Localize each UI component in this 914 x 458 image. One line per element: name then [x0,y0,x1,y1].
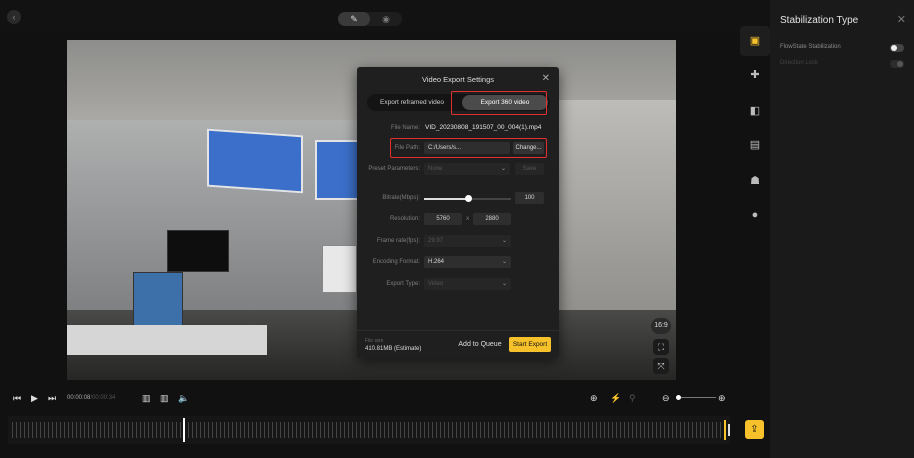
frame-rate-select[interactable]: 29.97 ⌄ [424,235,511,247]
aspect-ratio-badge[interactable]: 16:9 [651,318,671,334]
resolution-label: Resolution: [389,216,420,222]
video-whiteboard [322,245,357,293]
bitrate-label: Bitrate(Mbps): [382,195,420,201]
dialog-title: Video Export Settings [422,75,494,84]
back-icon[interactable]: ‹ [7,10,21,24]
play-icon[interactable]: ▶ [31,387,38,409]
view-mode-icon[interactable]: ◉ [370,12,402,26]
direction-lock-label: Direction Lock [780,60,819,66]
settings-panel: Stabilization Type ✕ FlowState Stabiliza… [770,0,914,458]
video-window [207,128,303,194]
encoding-select[interactable]: H.264 ⌄ [424,256,511,268]
close-icon[interactable]: ✕ [542,73,550,84]
export-type-value: Video [428,281,444,287]
add-keyframe-icon[interactable]: ⊕ [590,387,598,409]
edit-mode-icon[interactable]: ✎ [338,12,370,26]
export-icon[interactable]: ⇪ [745,420,764,439]
zoom-slider-knob[interactable] [676,395,681,400]
file-name-label: File Name: [390,125,420,131]
bitrate-slider-knob[interactable] [464,195,472,202]
flowstate-toggle[interactable] [890,44,904,52]
close-icon[interactable]: ✕ [897,13,906,26]
chevron-down-icon: ⌄ [501,259,507,265]
resolution-separator: x [466,215,470,222]
video-monitor [133,272,183,327]
toggle-knob [891,45,897,51]
change-path-button[interactable]: Change... [513,142,544,154]
dialog-footer: File size 410.81MB (Estimate) Add to Que… [357,330,559,358]
bitrate-slider[interactable] [424,195,511,202]
zoom-slider[interactable] [678,397,716,398]
video-monitor [167,230,229,272]
timeline-end-marker[interactable] [724,420,726,440]
mark-out-icon[interactable]: ▥ [160,387,169,409]
zoom-in-icon[interactable]: ⊕ [718,387,726,409]
chevron-down-icon: ⌄ [501,238,507,244]
playback-controls: ⏮ ▶ ⏭ 00:00:08/00:00:34 ▥ ▥ 🔈 ⊕ ⚡ ⚲ ⊖ ⊕ [0,387,770,409]
file-name-value: VID_20230808_191507_00_004(1).mp4 [425,124,542,131]
timeline-playhead[interactable] [182,418,185,442]
lightning-icon[interactable]: ⚡ [610,387,621,409]
prev-icon[interactable]: ⏮ [13,387,21,409]
preset-value: None [428,166,443,172]
direction-lock-toggle[interactable] [890,60,904,68]
frame-rate-value: 29.97 [428,238,444,244]
fullscreen-icon[interactable]: ⛶ [653,339,669,355]
save-preset-button[interactable]: Save [515,163,544,175]
file-path-field[interactable]: C:/Users/s... [424,142,510,154]
adjust-icon[interactable]: ◧ [740,96,770,126]
tool-icon-column: ▣ ✚ ◧ ▤ ☗ ● [740,24,770,384]
chevron-down-icon: ⌄ [501,281,507,287]
people-icon[interactable]: ☗ [740,166,770,196]
bitrate-slider-fill [424,198,468,200]
volume-icon[interactable]: 🔈 [178,387,189,409]
export-type-label: Export Type: [386,281,420,287]
current-time: 00:00:08 [67,395,91,401]
encoding-label: Encoding Format: [372,259,420,265]
video-desk [67,325,267,355]
puzzle-icon[interactable]: ✚ [740,60,770,90]
preset-select[interactable]: None ⌄ [424,163,510,175]
preset-label: Preset Parameters: [368,166,420,172]
fit-view-icon[interactable]: ⤧ [653,358,669,374]
bitrate-input[interactable]: 100 [515,192,544,204]
toggle-knob [897,61,903,67]
chevron-down-icon: ⌄ [500,166,506,172]
start-export-button[interactable]: Start Export [509,337,551,352]
panel-title: Stabilization Type [780,15,859,26]
add-to-queue-button[interactable]: Add to Queue [455,338,505,352]
flowstate-label: FlowState Stabilization [780,44,841,50]
next-icon[interactable]: ⏭ [48,387,56,409]
resolution-height-input[interactable]: 2880 [473,213,511,225]
export-type-select[interactable]: Video ⌄ [424,278,511,290]
file-size-label: File size [365,338,384,344]
timeline-track[interactable] [8,416,730,444]
timeline-ticks [12,422,724,438]
top-bar: ‹ ✎ ◉ [0,0,770,32]
highlight-export-360 [451,91,547,115]
time-display: 00:00:08/00:00:34 [67,387,115,409]
file-size-value: 410.81MB (Estimate) [365,346,422,352]
info-icon[interactable]: ● [740,200,770,230]
tab-export-reframed[interactable]: Export reframed video [369,95,455,110]
mode-toggle[interactable]: ✎ ◉ [338,12,402,26]
app-window: ‹ ✎ ◉ 16:9 ⛶ ⤧ Video Export Settings ✕ E… [0,0,914,458]
pin-icon[interactable]: ⚲ [629,387,636,409]
mark-in-icon[interactable]: ▥ [142,387,151,409]
duration: /00:00:34 [90,395,116,401]
timeline-cursor [728,424,730,436]
encoding-value: H.264 [428,259,445,265]
frame-rate-label: Frame rate(fps): [376,238,420,244]
zoom-out-icon[interactable]: ⊖ [662,387,670,409]
stabilize-icon[interactable]: ▣ [740,26,770,56]
video-window [315,140,359,200]
file-path-label: File Path: [394,145,420,151]
resolution-width-input[interactable]: 5760 [424,213,462,225]
filter-icon[interactable]: ▤ [740,130,770,160]
